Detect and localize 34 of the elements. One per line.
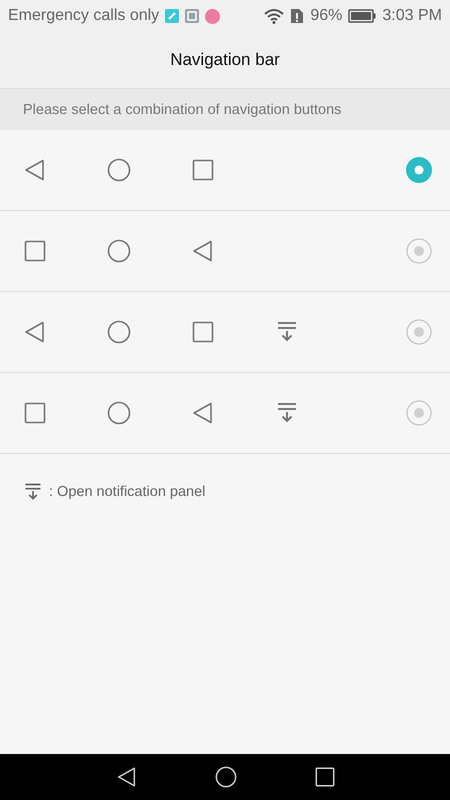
clock-time: 3:03 PM [382,7,442,25]
circle-icon [107,320,131,344]
avatar-notification-icon [205,8,220,24]
circle-icon [107,239,131,263]
square-icon [23,239,47,263]
radio-button[interactable] [406,238,432,264]
triangle-icon [191,239,215,263]
pull-down-icon [275,320,299,344]
wifi-icon [264,8,284,24]
triangle-icon [191,401,215,425]
image-notification-icon [185,9,200,23]
radio-button[interactable] [406,157,432,183]
circle-icon [107,401,131,425]
triangle-icon [23,320,47,344]
radio-button[interactable] [406,400,432,426]
screen-title: Navigation bar [170,50,280,70]
pull-down-icon [23,482,43,502]
square-icon [191,158,215,182]
carrier-text: Emergency calls only [8,7,160,25]
circle-icon [107,158,131,182]
square-icon [23,401,47,425]
triangle-icon[interactable] [116,766,138,788]
square-icon [191,320,215,344]
instruction-text: Please select a combination of navigation buttons [23,102,342,118]
radio-button[interactable] [406,319,432,345]
pull-down-icon [275,401,299,425]
battery-icon [348,9,376,23]
edit-notification-icon [165,9,180,23]
triangle-icon [23,158,47,182]
legend-text: : Open notification panel [49,484,206,500]
circle-icon[interactable] [215,766,237,788]
battery-percent: 96% [310,7,342,25]
square-icon[interactable] [314,766,336,788]
sim-alert-icon [290,8,304,24]
